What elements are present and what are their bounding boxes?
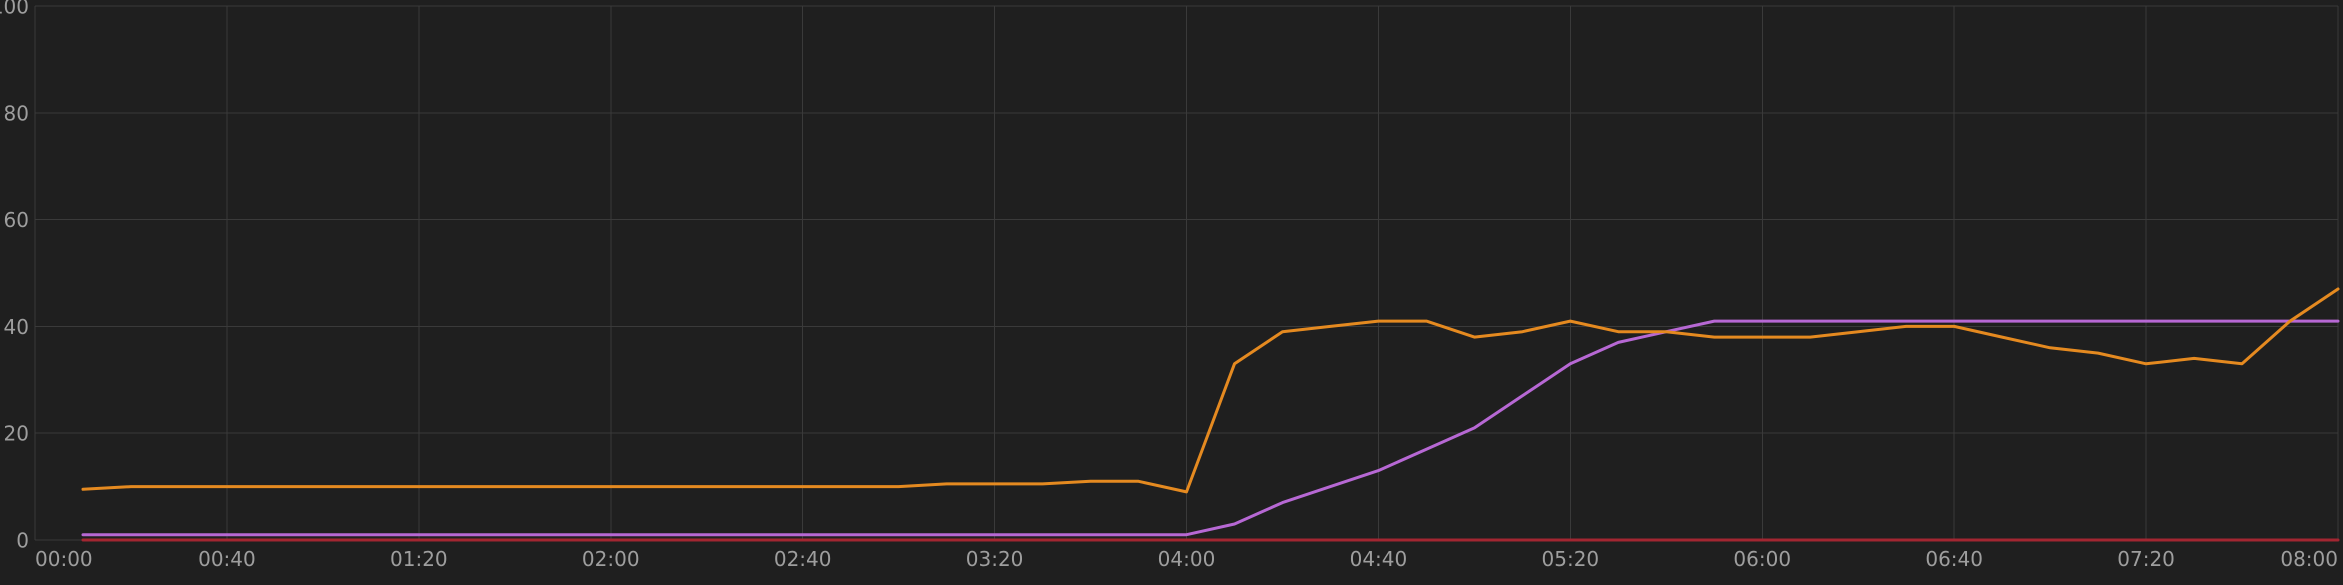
x-tick-label: 08:00: [2280, 547, 2338, 571]
y-tick-label: 20: [4, 422, 29, 446]
x-tick-label: 00:00: [35, 547, 93, 571]
y-tick-label: 100: [0, 0, 29, 19]
y-tick-label: 60: [4, 208, 29, 232]
y-tick-label: 40: [4, 315, 29, 339]
x-tick-label: 05:20: [1542, 547, 1600, 571]
x-tick-label: 02:00: [582, 547, 640, 571]
x-tick-label: 07:20: [2117, 547, 2175, 571]
line-chart: 0 20 40 60 80 100 00:00 00:40 01:20 02:00 02:40 03:…: [0, 0, 2343, 585]
x-tick-label: 04:40: [1350, 547, 1408, 571]
x-tick-label: 02:40: [774, 547, 832, 571]
y-tick-label: 0: [16, 529, 29, 553]
chart-container: 0 20 40 60 80 100 00:00 00:40 01:20 02:00 02:40 03:…: [0, 0, 2343, 585]
x-tick-label: 06:00: [1733, 547, 1791, 571]
y-tick-label: 80: [4, 101, 29, 125]
x-tick-label: 01:20: [390, 547, 448, 571]
x-tick-label: 00:40: [198, 547, 256, 571]
x-tick-label: 06:40: [1925, 547, 1983, 571]
x-tick-label: 03:20: [966, 547, 1024, 571]
series-series-a: [83, 289, 2338, 492]
grid: [35, 6, 2338, 540]
x-tick-label: 04:00: [1158, 547, 1216, 571]
